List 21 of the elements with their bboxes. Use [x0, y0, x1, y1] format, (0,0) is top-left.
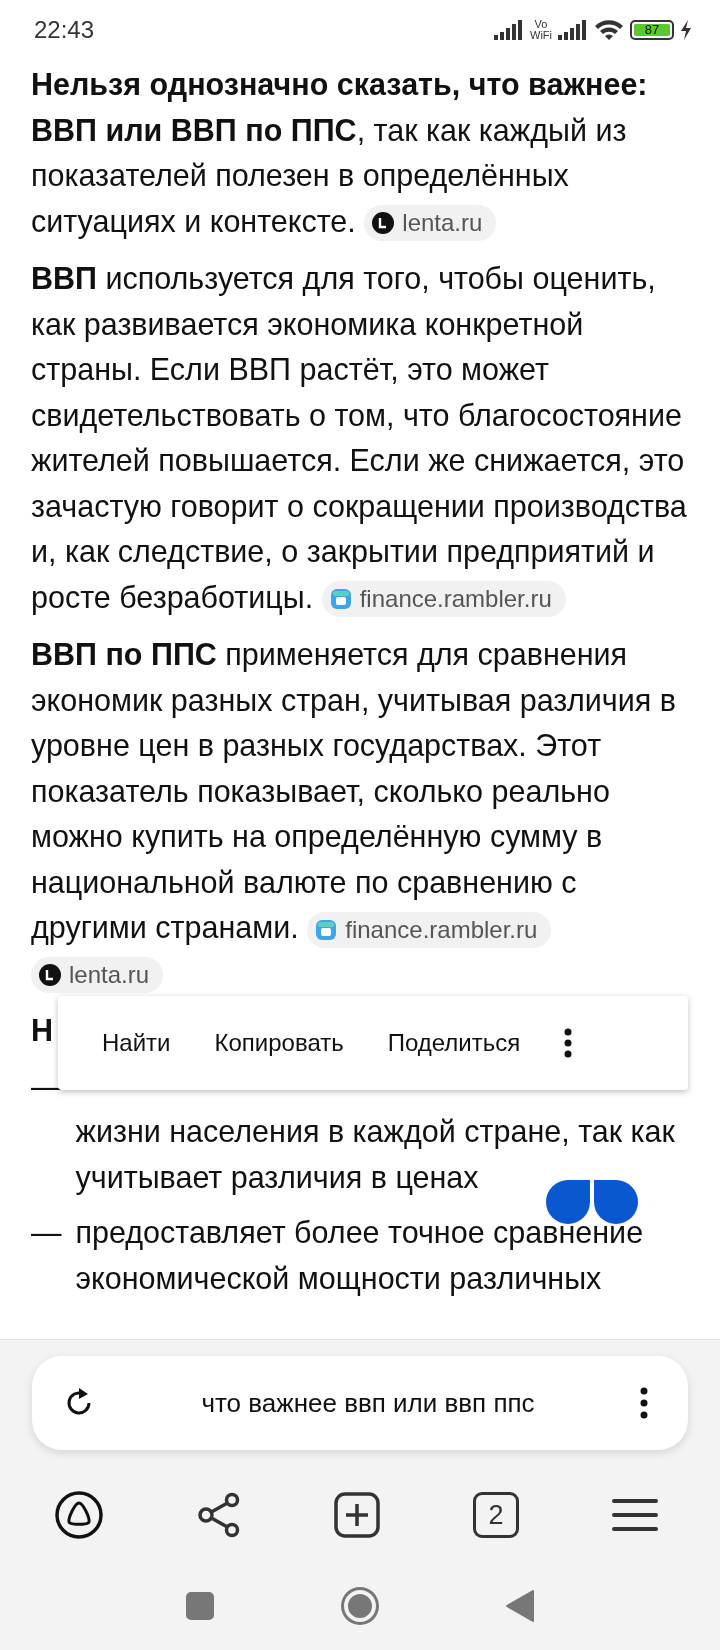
menu-item[interactable]: Поделиться: [365, 1020, 543, 1066]
tabs-button[interactable]: 2: [473, 1492, 519, 1538]
answer-paragraph: ВВП по ППС применяется для сравнения экономик разных стран, учитывая различия в уровне цен в разных государствах. Этот показатель показывает, сколько реально можно купить на определённую сумму в национальной валюте по сравнению с другими странами. finance.rambler.ru lenta.ru: [31, 632, 690, 996]
menu-item[interactable]: Найти: [80, 1020, 193, 1066]
source-link[interactable]: lenta.ru: [31, 957, 164, 994]
address-bar[interactable]: что важнее ввп или ввп ппс: [32, 1356, 688, 1450]
list-item-text: предоставляет более точное сравнение экономической мощности различных: [75, 1214, 645, 1298]
answer-paragraph: Нельзя однозначно сказать, что важнее: ВВП или ВВП по ППС, так как каждый из показателей полезен в определённых ситуациях и контексте. lenta.ru: [31, 62, 690, 244]
menu-item[interactable]: Копировать: [192, 1020, 366, 1066]
list-dash: —: [31, 1214, 62, 1251]
source-link[interactable]: finance.rambler.ru: [321, 581, 566, 618]
search-query: что важнее ввп или ввп ппс: [200, 1387, 536, 1419]
source-link[interactable]: finance.rambler.ru: [307, 911, 552, 948]
volte-label: Vo: [534, 19, 548, 30]
list-dash: —: [31, 1067, 62, 1105]
answer-paragraph: ВВП используется для того, чтобы оценить, как развивается экономика конкретной страны. Если ВВП растёт, это может свидетельствовать о том, что благосостояние жителей повышается. Если же снижается, это зачастую говорит о сокращении производства и, как следствие, о закрытии предприятий и росте безработицы. finance.rambler.ru: [31, 256, 690, 620]
section-heading: Н: [31, 1012, 55, 1049]
wifi-calling-label: WiFi: [530, 30, 552, 41]
battery-level: 87: [634, 24, 670, 36]
status-time: 22:43: [34, 16, 95, 44]
source-link[interactable]: lenta.ru: [364, 205, 497, 242]
